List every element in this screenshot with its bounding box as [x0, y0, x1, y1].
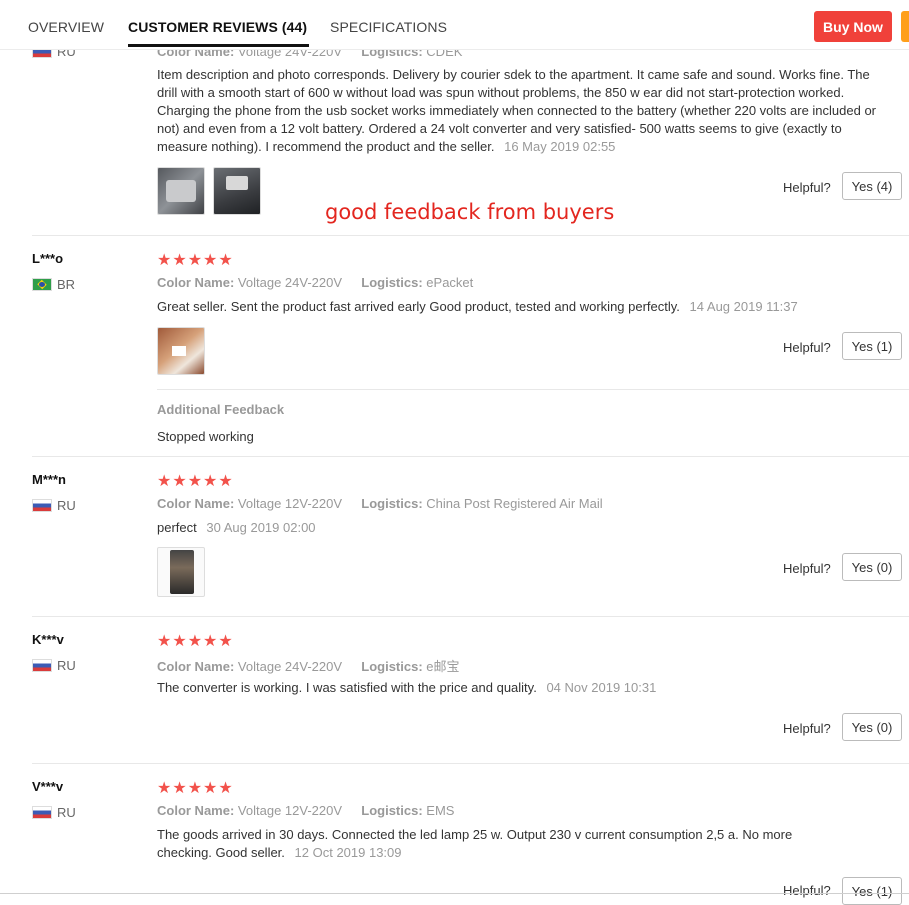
logistics-value: e邮宝 [426, 659, 460, 674]
bottom-border [0, 893, 909, 894]
logistics-value: China Post Registered Air Mail [426, 496, 603, 511]
additional-feedback-divider [157, 389, 909, 390]
helpful-label: Helpful? [783, 340, 831, 355]
helpful-label: Helpful? [783, 180, 831, 195]
color-name-value: Voltage 24V-220V [237, 275, 343, 290]
reviewer-country: BR [32, 277, 75, 292]
helpful-label: Helpful? [783, 883, 831, 898]
review-text: The converter is working. I was satisfie… [157, 679, 877, 697]
logistics-value: EMS [426, 803, 455, 818]
reviewer-country: RU [32, 658, 76, 673]
add-to-cart-button[interactable] [901, 11, 909, 42]
country-code: RU [57, 658, 76, 673]
additional-feedback-title: Additional Feedback [157, 402, 285, 417]
review-divider [32, 616, 909, 617]
review-text: Item description and photo corresponds. … [157, 66, 877, 156]
logistics-label: Logistics: [361, 659, 423, 674]
color-name-label: Color Name: [157, 803, 235, 818]
helpful-label: Helpful? [783, 721, 831, 736]
review-date: 16 May 2019 02:55 [504, 139, 616, 154]
helpful-yes-button[interactable]: Yes (0) [842, 553, 902, 581]
brazil-flag-icon [32, 278, 52, 291]
color-name-value: Voltage 24V-220V [237, 659, 343, 674]
russia-flag-icon [32, 659, 52, 672]
reviewer-name: V***v [32, 779, 64, 794]
tab-bar: OVERVIEW CUSTOMER REVIEWS (44) SPECIFICA… [0, 5, 909, 50]
color-name-label: Color Name: [157, 496, 235, 511]
helpful-label: Helpful? [783, 561, 831, 576]
logistics-label: Logistics: [361, 275, 423, 290]
review-photo-thumbnail[interactable] [157, 167, 205, 215]
color-name-value: Voltage 12V-220V [237, 496, 343, 511]
review-text: Great seller. Sent the product fast arri… [157, 298, 877, 316]
review-body: Great seller. Sent the product fast arri… [157, 299, 680, 314]
review-photo-thumbnail[interactable] [157, 327, 205, 375]
review-body: perfect [157, 520, 197, 535]
star-rating: ★★★★★ [157, 252, 234, 269]
logistics-value: ePacket [426, 275, 474, 290]
review-date: 04 Nov 2019 10:31 [546, 680, 657, 695]
review-attributes: Color Name: Voltage 12V-220V Logistics: … [157, 803, 454, 818]
review-date: 30 Aug 2019 02:00 [206, 520, 316, 535]
additional-feedback-text: Stopped working [157, 429, 254, 444]
reviewer-name: L***o [32, 251, 64, 266]
helpful-yes-button[interactable]: Yes (0) [842, 713, 902, 741]
review-divider [32, 763, 909, 764]
reviewer-country: RU [32, 498, 76, 513]
reviewer-name: K***v [32, 632, 64, 647]
logistics-label: Logistics: [361, 496, 423, 511]
review-date: 12 Oct 2019 13:09 [294, 845, 402, 860]
color-name-value: Voltage 12V-220V [237, 803, 343, 818]
tab-specifications[interactable]: SPECIFICATIONS [330, 19, 447, 35]
logistics-label: Logistics: [361, 803, 423, 818]
review-divider [32, 456, 909, 457]
active-tab-indicator [128, 44, 309, 47]
review-text: perfect 30 Aug 2019 02:00 [157, 519, 877, 537]
review-attributes: Color Name: Voltage 24V-220V Logistics: … [157, 656, 460, 675]
review-attributes: Color Name: Voltage 24V-220V Logistics: … [157, 275, 473, 290]
country-code: RU [57, 498, 76, 513]
country-code: RU [57, 805, 76, 820]
star-rating: ★★★★★ [157, 780, 234, 797]
review-photo-thumbnail[interactable] [213, 167, 261, 215]
color-name-label: Color Name: [157, 659, 235, 674]
review-body: The converter is working. I was satisfie… [157, 680, 537, 695]
helpful-yes-button[interactable]: Yes (1) [842, 332, 902, 360]
reviewer-name: M***n [32, 472, 66, 487]
star-rating: ★★★★★ [157, 473, 234, 490]
buy-now-button[interactable]: Buy Now [814, 11, 892, 42]
annotation-text: good feedback from buyers [325, 200, 615, 224]
helpful-yes-button[interactable]: Yes (1) [842, 877, 902, 905]
tab-customer-reviews[interactable]: CUSTOMER REVIEWS (44) [128, 19, 307, 35]
country-code: BR [57, 277, 76, 292]
star-rating: ★★★★★ [157, 633, 234, 650]
russia-flag-icon [32, 806, 52, 819]
color-name-label: Color Name: [157, 275, 235, 290]
review-attributes: Color Name: Voltage 12V-220V Logistics: … [157, 496, 603, 511]
review-body: The goods arrived in 30 days. Connected … [157, 827, 793, 860]
russia-flag-icon [32, 499, 52, 512]
review-text: The goods arrived in 30 days. Connected … [157, 826, 837, 862]
review-date: 14 Aug 2019 11:37 [689, 299, 798, 314]
reviewer-country: RU [32, 805, 76, 820]
tab-overview[interactable]: OVERVIEW [28, 19, 104, 35]
review-divider [32, 235, 909, 236]
review-photo-thumbnail[interactable] [157, 547, 205, 597]
helpful-yes-button[interactable]: Yes (4) [842, 172, 902, 200]
